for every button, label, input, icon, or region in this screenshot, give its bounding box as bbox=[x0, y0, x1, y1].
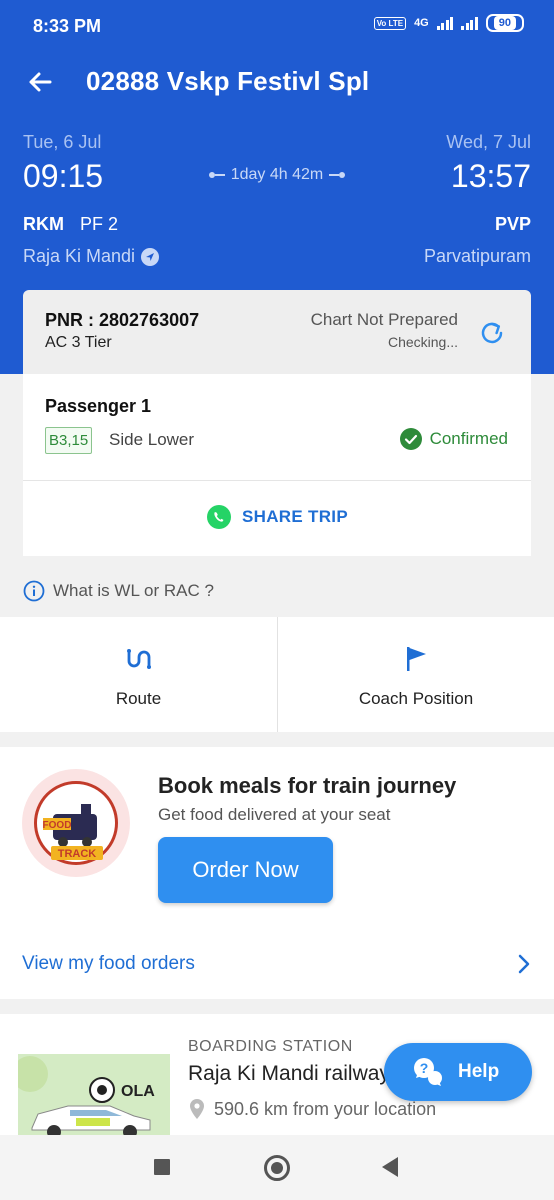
flag-icon bbox=[407, 647, 426, 671]
passenger-card: Passenger 1 B3,15 Side Lower Confirmed S… bbox=[23, 374, 531, 556]
berth-type: Side Lower bbox=[109, 430, 195, 449]
travel-class: AC 3 Tier bbox=[45, 334, 112, 351]
food-track-logo: FOOD TRACK bbox=[22, 769, 130, 877]
status-bar: 8:33 PM Vo LTE 4G 90 bbox=[0, 0, 554, 52]
berth-badge: B3,15 bbox=[45, 427, 93, 454]
booking-status: Confirmed bbox=[399, 428, 508, 450]
navigate-icon[interactable] bbox=[141, 247, 160, 266]
arrow-left-icon[interactable] bbox=[24, 66, 56, 98]
passenger-title: Passenger 1 bbox=[45, 396, 152, 416]
boarding-station-label: BOARDING STATION bbox=[188, 1038, 353, 1055]
ola-ad-image[interactable]: OLA bbox=[18, 1054, 170, 1140]
wl-rac-info-link[interactable]: What is WL or RAC ? bbox=[23, 580, 214, 602]
refresh-icon[interactable] bbox=[477, 318, 507, 348]
battery-icon: 90 bbox=[485, 14, 524, 32]
check-circle-icon bbox=[399, 428, 422, 450]
food-track-logo-inner: FOOD TRACK bbox=[34, 781, 118, 865]
status-icons: Vo LTE 4G 90 bbox=[373, 14, 524, 32]
arrival-time: 13:57 bbox=[450, 158, 531, 194]
status-text: Confirmed bbox=[429, 429, 508, 448]
duration-text: 1day 4h 42m bbox=[230, 166, 324, 183]
chevron-right-icon[interactable] bbox=[516, 953, 532, 975]
departure-code: RKM bbox=[23, 214, 64, 234]
duration-line-right bbox=[329, 172, 346, 178]
svg-text:?: ? bbox=[420, 1060, 429, 1076]
pnr-card: PNR : 2802763007 AC 3 Tier Chart Not Pre… bbox=[23, 290, 531, 374]
page-title: 02888 Vskp Festivl Spl bbox=[86, 66, 370, 96]
route-icon bbox=[126, 649, 151, 669]
departure-date: Tue, 6 Jul bbox=[23, 132, 102, 152]
share-trip-button[interactable]: SHARE TRIP bbox=[23, 504, 531, 530]
departure-time: 09:15 bbox=[23, 158, 104, 194]
ola-car-illustration: OLA bbox=[18, 1056, 155, 1139]
back-triangle-icon[interactable] bbox=[382, 1157, 398, 1177]
help-label: Help bbox=[458, 1061, 500, 1082]
info-icon bbox=[23, 580, 45, 602]
chart-status: Chart Not Prepared bbox=[310, 310, 458, 329]
arrival-date: Wed, 7 Jul bbox=[446, 132, 531, 152]
departure-station-name: Raja Ki Mandi bbox=[23, 246, 136, 266]
duration-line-left bbox=[208, 172, 225, 178]
food-card: FOOD TRACK Book meals for train journey … bbox=[0, 747, 554, 999]
pnr-number: PNR : 2802763007 bbox=[45, 310, 200, 330]
app-header: 02888 Vskp Festivl Spl bbox=[0, 52, 554, 112]
volte-icon: Vo LTE bbox=[373, 16, 407, 30]
train-icon: FOOD TRACK bbox=[43, 804, 103, 860]
departure-platform: PF 2 bbox=[80, 214, 119, 234]
arrival-code: PVP bbox=[494, 214, 531, 234]
food-title: Book meals for train journey bbox=[158, 773, 457, 798]
departure-station[interactable]: Raja Ki Mandi bbox=[23, 246, 160, 267]
action-row: Route Coach Position bbox=[0, 617, 554, 732]
logo-text-top: FOOD bbox=[43, 820, 72, 831]
whatsapp-icon bbox=[207, 505, 232, 529]
chart-checking: Checking... bbox=[387, 334, 458, 350]
coach-position-label: Coach Position bbox=[358, 689, 474, 708]
system-nav-bar bbox=[0, 1135, 554, 1200]
network-type: 4G bbox=[414, 17, 429, 29]
coach-position-button[interactable]: Coach Position bbox=[277, 617, 554, 732]
location-pin-icon bbox=[190, 1099, 204, 1119]
route-button[interactable]: Route bbox=[0, 617, 277, 732]
chat-help-icon: ? bbox=[414, 1058, 442, 1086]
home-icon[interactable] bbox=[264, 1155, 290, 1181]
divider bbox=[23, 480, 531, 481]
route-label: Route bbox=[115, 689, 162, 708]
journey-duration: 1day 4h 42m bbox=[197, 166, 357, 184]
view-food-orders-link[interactable]: View my food orders bbox=[22, 953, 195, 975]
status-time: 8:33 PM bbox=[33, 16, 102, 36]
logo-text-bottom: TRACK bbox=[58, 848, 97, 860]
ola-brand-text: OLA bbox=[121, 1083, 155, 1100]
distance-text: 590.6 km from your location bbox=[214, 1098, 437, 1119]
help-button[interactable]: ? Help bbox=[384, 1043, 532, 1101]
signal-icon bbox=[436, 16, 454, 30]
signal-2-icon bbox=[461, 16, 478, 30]
food-subtitle: Get food delivered at your seat bbox=[158, 805, 391, 824]
order-now-button[interactable]: Order Now bbox=[158, 837, 333, 903]
boarding-distance: 590.6 km from your location bbox=[188, 1098, 436, 1120]
share-trip-label: SHARE TRIP bbox=[242, 507, 348, 526]
recents-icon[interactable] bbox=[154, 1159, 170, 1175]
battery-level: 90 bbox=[493, 16, 516, 30]
arrival-station-name: Parvatipuram bbox=[423, 246, 531, 266]
wl-rac-info-label: What is WL or RAC ? bbox=[53, 581, 214, 600]
